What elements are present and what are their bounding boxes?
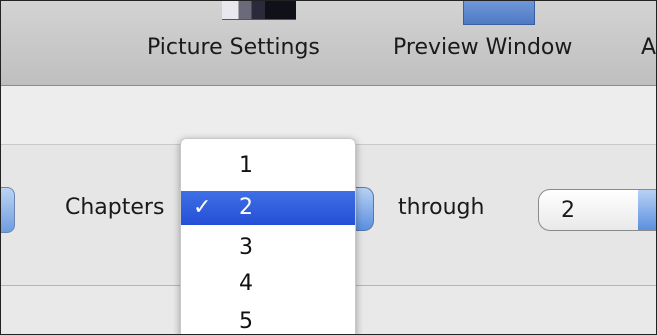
menu-item-chapter-3[interactable]: 3 (181, 231, 355, 265)
menu-item-label: 4 (239, 271, 253, 296)
toolbar-item-cut-off-label[interactable]: A (641, 35, 656, 60)
menu-item-label: 5 (239, 309, 253, 334)
menu-item-chapter-2[interactable]: ✓ 2 (181, 191, 355, 225)
checkmark-icon: ✓ (193, 195, 212, 220)
window: Picture Settings Preview Window A Chapte… (0, 0, 657, 335)
picture-settings-label[interactable]: Picture Settings (147, 35, 320, 60)
chapter-end-popup-arrows[interactable] (638, 190, 656, 230)
menu-item-label: 3 (239, 235, 253, 260)
chapter-end-popup[interactable]: 2 (538, 189, 656, 231)
menu-item-chapter-1[interactable]: 1 (181, 149, 355, 183)
panel-top (1, 86, 656, 145)
menu-item-chapter-4[interactable]: 4 (181, 267, 355, 301)
chapter-end-value: 2 (561, 198, 575, 223)
menu-item-label: 1 (239, 153, 253, 178)
range-type-popup[interactable] (1, 187, 15, 233)
preview-window-label[interactable]: Preview Window (393, 35, 572, 60)
preview-window-icon[interactable] (463, 1, 535, 25)
toolbar: Picture Settings Preview Window A (1, 1, 656, 86)
menu-item-chapter-5[interactable]: 5 (181, 305, 355, 334)
chapters-label: Chapters (65, 195, 165, 220)
chapter-start-dropdown-menu: 1 ✓ 2 3 4 5 (180, 138, 356, 334)
through-label: through (398, 195, 485, 220)
picture-settings-icon[interactable] (222, 1, 296, 20)
menu-item-label: 2 (239, 195, 253, 220)
